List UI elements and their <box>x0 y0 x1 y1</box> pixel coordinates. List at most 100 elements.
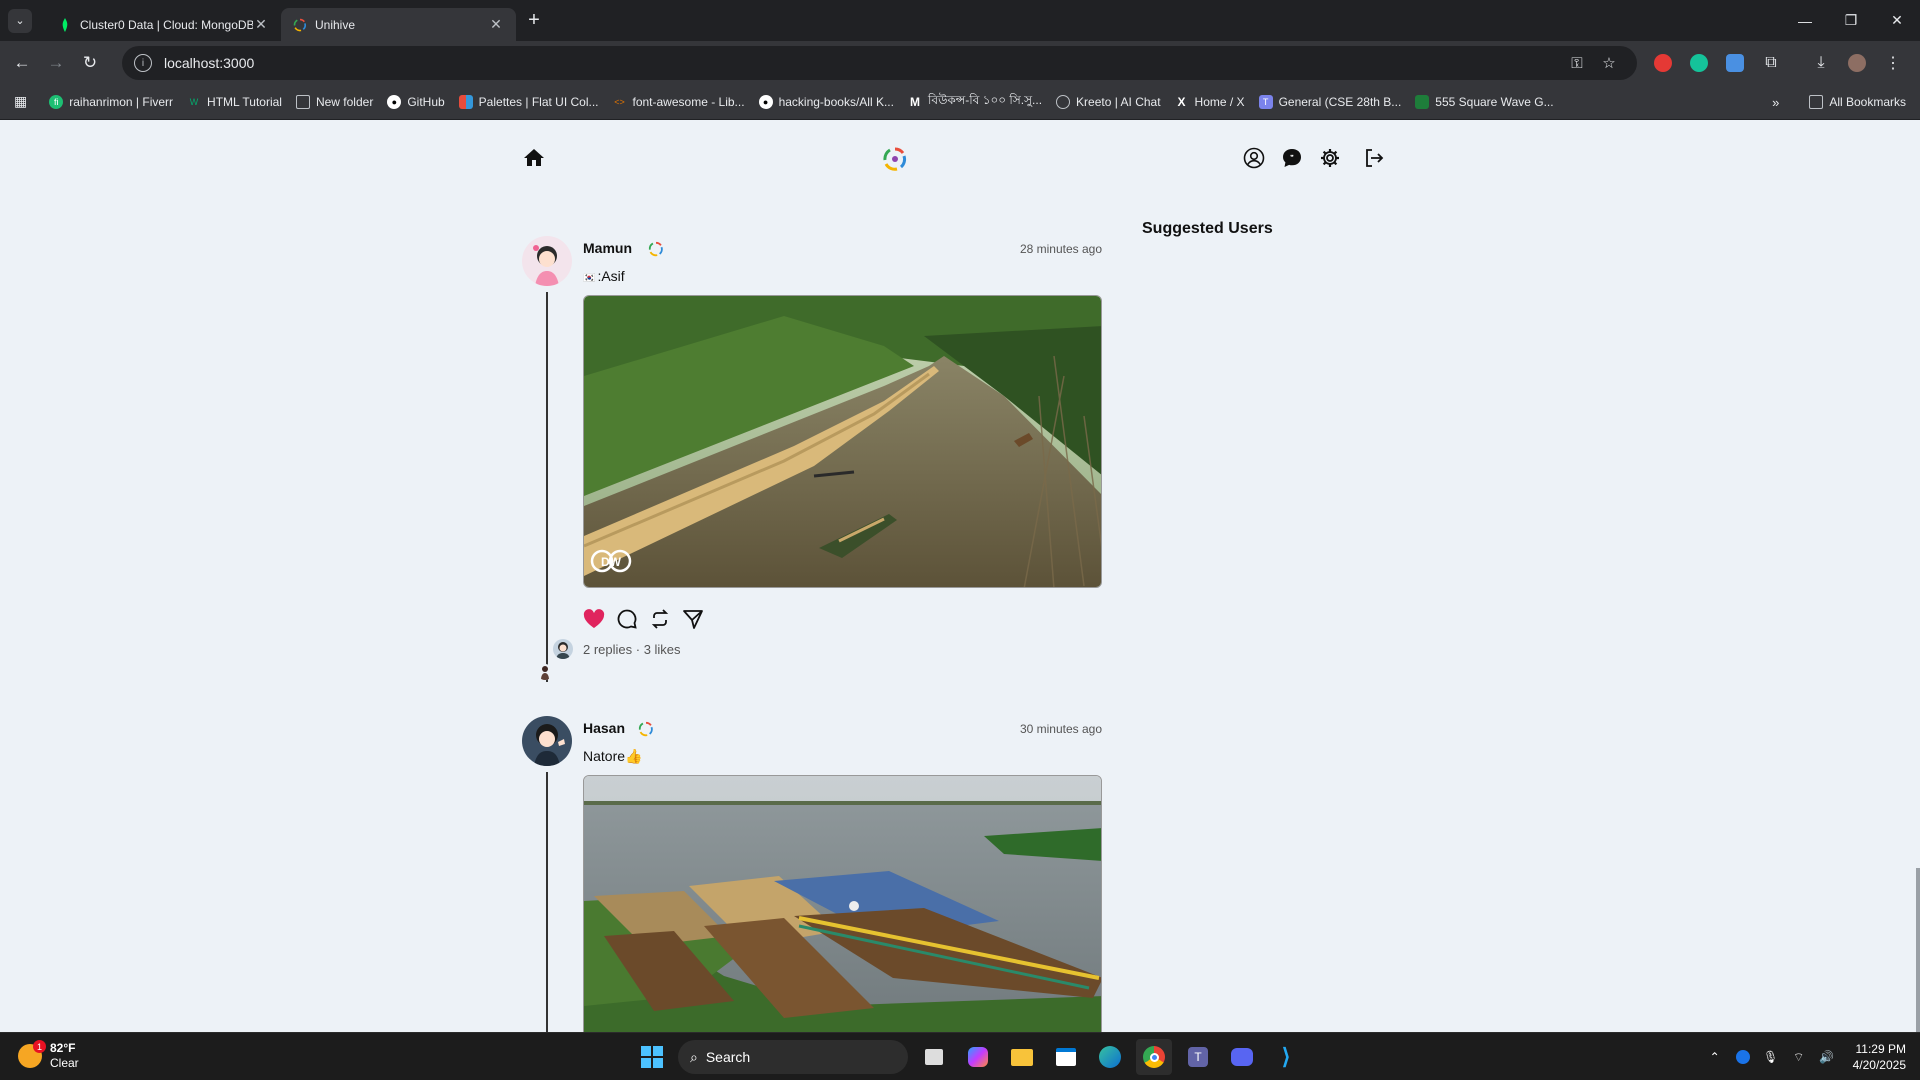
all-bookmarks-label: All Bookmarks <box>1829 95 1906 109</box>
tab-unihive[interactable]: Unihive ✕ <box>281 8 516 41</box>
extension-blue-icon[interactable] <box>1717 45 1753 81</box>
bookmark-new-folder[interactable]: New folder <box>295 94 374 109</box>
post-actions <box>583 608 704 630</box>
bookmark-hacking-books[interactable]: ● hacking-books/All K... <box>758 94 894 109</box>
weather-widget[interactable]: 1 82°F Clear <box>18 1040 79 1071</box>
vscode-icon[interactable]: ⟩ <box>1268 1039 1304 1075</box>
bookmark-555-square-wave[interactable]: 555 Square Wave G... <box>1415 94 1554 109</box>
user-profile-icon[interactable] <box>1242 146 1266 170</box>
bookmark-label: New folder <box>315 94 374 109</box>
post-image[interactable]: DW <box>583 295 1102 588</box>
system-tray: ⌃ 🎙 ⌔ 🔊 11:29 PM 4/20/2025 <box>1701 1039 1906 1075</box>
unihive-logo-icon <box>293 18 307 32</box>
bookmark-bengali[interactable]: M বিউকন্স-বি ১০০ সি.সু... <box>908 92 1042 112</box>
page-scrollbar[interactable] <box>1916 868 1920 1032</box>
close-icon[interactable]: ✕ <box>488 16 504 33</box>
bookmark-palettes[interactable]: Palettes | Flat UI Col... <box>458 94 599 109</box>
bookmark-fiverr[interactable]: fi raihanrimon | Fiverr <box>49 94 173 109</box>
code-icon: <> <box>614 96 625 107</box>
all-bookmarks[interactable]: All Bookmarks <box>1809 95 1906 109</box>
teams-icon: T <box>1258 94 1273 109</box>
url-text: localhost:3000 <box>164 55 255 71</box>
bookmark-label: font-awesome - Lib... <box>632 94 745 109</box>
wifi-icon[interactable]: ⌔ <box>1785 1039 1813 1075</box>
home-icon[interactable] <box>522 146 546 170</box>
bookmark-star-icon[interactable]: ☆ <box>1593 54 1625 72</box>
chevron-double-right-icon[interactable]: » <box>1772 95 1779 110</box>
verified-badge-icon <box>648 241 664 257</box>
grammarly-icon[interactable] <box>1681 45 1717 81</box>
volume-icon[interactable]: 🔊 <box>1813 1039 1841 1075</box>
bookmark-github[interactable]: ● GitHub <box>387 94 445 109</box>
minimize-icon[interactable]: — <box>1782 0 1828 41</box>
w3schools-icon: W <box>189 96 199 107</box>
file-explorer-icon[interactable] <box>1004 1039 1040 1075</box>
profile-avatar[interactable] <box>1839 45 1875 81</box>
microsoft-store-icon[interactable] <box>1048 1039 1084 1075</box>
apps-grid-icon[interactable]: ▦ <box>14 93 27 110</box>
task-view-icon[interactable] <box>916 1039 952 1075</box>
clock-time: 11:29 PM <box>1855 1042 1906 1056</box>
kreeto-icon <box>1056 94 1071 109</box>
reply-avatar[interactable] <box>537 664 553 680</box>
post-card: Hasan 30 minutes ago Natore👍 <box>522 716 1102 1032</box>
bookmark-teams-general[interactable]: T General (CSE 28th B... <box>1258 94 1401 109</box>
tab-search-button[interactable]: ⌄ <box>8 8 32 33</box>
comment-icon[interactable] <box>616 608 638 630</box>
taskbar-apps: ⌕ Search T ⟩ <box>634 1039 1304 1075</box>
bookmark-font-awesome[interactable]: <> font-awesome - Lib... <box>613 94 745 109</box>
x-icon: X <box>1177 94 1186 109</box>
bookmark-kreeto[interactable]: Kreeto | AI Chat <box>1056 94 1161 109</box>
reply-avatar[interactable] <box>553 639 573 659</box>
edge-icon[interactable] <box>1092 1039 1128 1075</box>
post-card: Mamun 28 minutes ago 🇰🇷:Asif DW 2 repli… <box>522 236 1102 686</box>
restore-icon[interactable]: ❐ <box>1828 0 1874 41</box>
new-tab-button[interactable]: + <box>520 7 548 35</box>
search-label: Search <box>705 1049 751 1065</box>
gear-icon[interactable] <box>1318 146 1342 170</box>
weather-badge: 1 <box>33 1040 46 1053</box>
avatar[interactable] <box>522 236 572 286</box>
post-stats[interactable]: 2 replies · 3 likes <box>583 642 681 657</box>
password-key-icon[interactable]: ⚿ <box>1561 55 1593 72</box>
post-username[interactable]: Mamun <box>583 240 632 256</box>
tab-title: Cluster0 Data | Cloud: MongoDB <box>80 17 253 32</box>
tab-mongodb[interactable]: Cluster0 Data | Cloud: MongoDB ✕ <box>46 8 281 41</box>
unihive-logo-icon[interactable] <box>882 146 908 172</box>
flag-emoji-icon: 🇰🇷 <box>583 273 596 284</box>
clock[interactable]: 11:29 PM 4/20/2025 <box>1853 1041 1906 1073</box>
chevron-up-icon[interactable]: ⌃ <box>1701 1039 1729 1075</box>
site-info-icon[interactable]: i <box>134 54 152 72</box>
close-window-icon[interactable]: ✕ <box>1874 0 1920 41</box>
address-bar[interactable]: i localhost:3000 ⚿ ☆ <box>122 46 1637 80</box>
forward-button[interactable]: → <box>39 46 73 80</box>
m-icon: M <box>909 94 920 109</box>
chat-icon[interactable]: ❞ <box>1280 146 1304 170</box>
copilot-icon[interactable] <box>960 1039 996 1075</box>
microphone-icon[interactable]: 🎙 <box>1757 1039 1785 1075</box>
chrome-icon[interactable] <box>1136 1039 1172 1075</box>
puzzle-extensions-icon[interactable]: ⧉ <box>1753 45 1789 81</box>
avatar[interactable] <box>522 716 572 766</box>
close-icon[interactable]: ✕ <box>253 16 269 33</box>
extension-red-icon[interactable] <box>1645 45 1681 81</box>
taskbar-search[interactable]: ⌕ Search <box>678 1040 908 1074</box>
logout-icon[interactable] <box>1362 146 1386 170</box>
bookmark-html-tutorial[interactable]: W HTML Tutorial <box>187 95 282 109</box>
windows-start-icon[interactable] <box>634 1039 670 1075</box>
svg-text:❞: ❞ <box>1290 154 1294 162</box>
repost-icon[interactable] <box>649 608 671 630</box>
downloads-icon[interactable]: ⤓ <box>1803 45 1839 81</box>
share-icon[interactable] <box>682 608 704 630</box>
back-button[interactable]: ← <box>5 46 39 80</box>
reload-button[interactable]: ↻ <box>73 46 107 80</box>
bookmark-x[interactable]: X Home / X <box>1175 95 1245 109</box>
kebab-menu-icon[interactable]: ⋮ <box>1875 45 1911 81</box>
post-username[interactable]: Hasan <box>583 720 625 736</box>
post-image[interactable] <box>583 775 1102 1032</box>
tray-app-icon[interactable] <box>1729 1039 1757 1075</box>
discord-icon[interactable] <box>1224 1039 1260 1075</box>
teams-icon[interactable]: T <box>1180 1039 1216 1075</box>
heart-icon[interactable] <box>583 608 605 630</box>
post-timestamp: 28 minutes ago <box>1019 242 1102 256</box>
